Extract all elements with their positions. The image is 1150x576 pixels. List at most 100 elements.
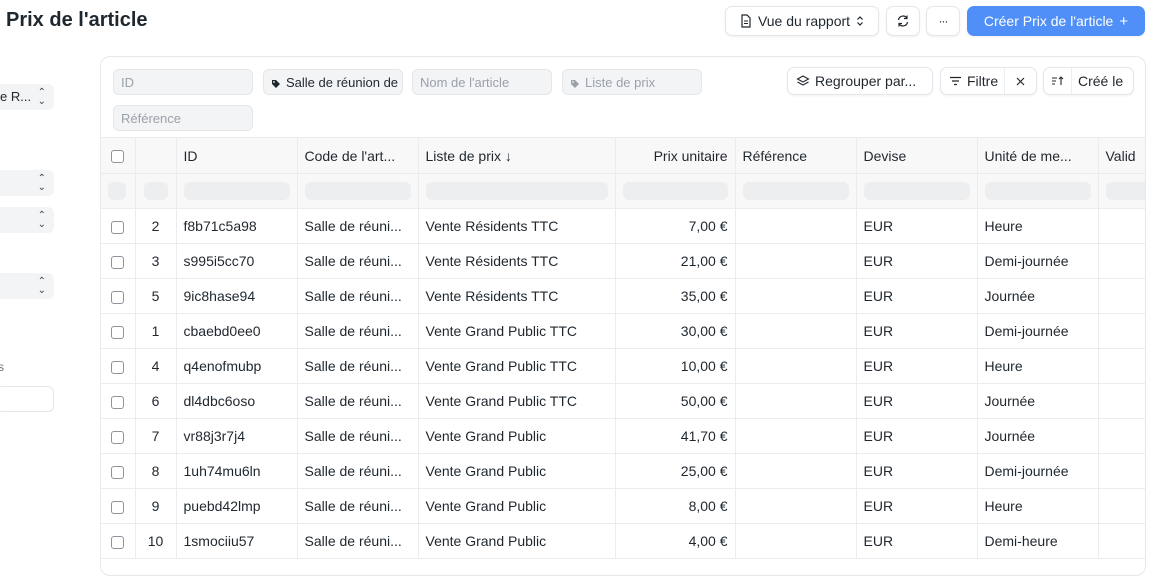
reference-filter-input[interactable]: Référence	[113, 105, 253, 131]
valid-column-filter[interactable]	[1098, 173, 1145, 209]
row-checkbox[interactable]	[111, 465, 125, 479]
row-checkbox[interactable]	[111, 500, 125, 514]
refresh-button[interactable]	[886, 6, 920, 36]
price-list-cell[interactable]: Vente Grand Public TTC	[418, 383, 616, 419]
column-header-id[interactable]: ID	[176, 137, 298, 174]
price-list-cell[interactable]: Vente Grand Public	[418, 418, 616, 454]
item-code-cell[interactable]: Salle de réuni...	[297, 348, 419, 384]
row-checkbox-cell[interactable]	[101, 383, 136, 419]
row-checkbox[interactable]	[111, 220, 125, 234]
id-cell[interactable]: 1uh74mu6ln	[176, 453, 298, 489]
price-list-filter-input[interactable]: Liste de prix	[562, 69, 702, 95]
item-code-cell[interactable]: Salle de réuni...	[297, 453, 419, 489]
id-cell[interactable]: vr88j3r7j4	[176, 418, 298, 454]
table-row[interactable]: 4 q4enofmubp Salle de réuni... Vente Grand …	[101, 348, 1145, 384]
item-code-cell[interactable]: Salle de réuni...	[297, 383, 419, 419]
row-checkbox-cell[interactable]	[101, 313, 136, 349]
row-checkbox[interactable]	[111, 430, 125, 444]
row-checkbox-cell[interactable]	[101, 453, 136, 489]
row-checkbox[interactable]	[111, 395, 125, 409]
sidebar-group-select[interactable]: ⌃ ⌄	[0, 273, 54, 299]
uom-column-filter[interactable]	[977, 173, 1099, 209]
item-code-cell[interactable]: Salle de réuni...	[297, 523, 419, 559]
price-list-cell[interactable]: Vente Grand Public	[418, 488, 616, 524]
row-checkbox[interactable]	[111, 290, 125, 304]
select-all-checkbox-cell[interactable]	[101, 137, 136, 174]
item-code-column-filter[interactable]	[297, 173, 419, 209]
sidebar-assigned-select[interactable]: e R... ⌃ ⌄	[0, 84, 54, 110]
row-checkbox-cell[interactable]	[101, 208, 136, 244]
id-cell[interactable]: s995i5cc70	[176, 243, 298, 279]
table-row[interactable]: 1 cbaebd0ee0 Salle de réuni... Vente Grand …	[101, 313, 1145, 349]
create-item-price-button[interactable]: Créer Prix de l'article +	[967, 6, 1145, 36]
item-code-cell[interactable]: Salle de réuni...	[297, 313, 419, 349]
column-header-uom[interactable]: Unité de me...	[977, 137, 1099, 174]
item-code-cell[interactable]: Salle de réuni...	[297, 488, 419, 524]
id-cell[interactable]: dl4dbc6oso	[176, 383, 298, 419]
id-cell[interactable]: cbaebd0ee0	[176, 313, 298, 349]
price-list-cell[interactable]: Vente Grand Public TTC	[418, 313, 616, 349]
table-row[interactable]: 9 puebd42lmp Salle de réuni... Vente Grand …	[101, 488, 1145, 524]
table-row[interactable]: 7 vr88j3r7j4 Salle de réuni... Vente Grand …	[101, 418, 1145, 454]
more-options-button[interactable]: ···	[926, 6, 960, 36]
table-row[interactable]: 8 1uh74mu6ln Salle de réuni... Vente Grand …	[101, 453, 1145, 489]
column-header-valid[interactable]: Valid	[1098, 137, 1145, 174]
row-checkbox-cell[interactable]	[101, 243, 136, 279]
clear-filter-close-icon[interactable]	[1005, 68, 1036, 94]
price-list-cell[interactable]: Vente Résidents TTC	[418, 208, 616, 244]
reference-column-filter[interactable]	[735, 173, 857, 209]
sidebar-created-by-select[interactable]: ⌃ ⌄	[0, 170, 54, 196]
item-code-cell[interactable]: Salle de réuni...	[297, 243, 419, 279]
sidebar-tags-select[interactable]: ⌃ ⌄	[0, 207, 54, 233]
price-list-cell[interactable]: Vente Grand Public TTC	[418, 348, 616, 384]
sidebar-edit-filters-button[interactable]	[0, 386, 54, 412]
item-code-cell[interactable]: Salle de réuni...	[297, 418, 419, 454]
table-row[interactable]: 3 s995i5cc70 Salle de réuni... Vente Réside…	[101, 243, 1145, 279]
price-list-cell[interactable]: Vente Grand Public	[418, 453, 616, 489]
row-checkbox-cell[interactable]	[101, 418, 136, 454]
item-code-cell[interactable]: Salle de réuni...	[297, 278, 419, 314]
id-cell[interactable]: 1smociiu57	[176, 523, 298, 559]
id-column-filter[interactable]	[176, 173, 298, 209]
select-all-checkbox[interactable]	[111, 150, 125, 164]
row-checkbox[interactable]	[111, 360, 125, 374]
filter-cell	[101, 173, 136, 209]
sort-field-button[interactable]: Créé le	[1072, 73, 1123, 89]
table-row[interactable]: 5 9ic8hase94 Salle de réuni... Vente Réside…	[101, 278, 1145, 314]
id-cell[interactable]: puebd42lmp	[176, 488, 298, 524]
column-header-reference[interactable]: Référence	[735, 137, 857, 174]
reference-cell	[735, 208, 857, 244]
report-view-button[interactable]: Vue du rapport	[725, 6, 879, 36]
column-header-item-code[interactable]: Code de l'art...	[297, 137, 419, 174]
item-name-filter-input[interactable]: Nom de l'article	[412, 69, 552, 95]
id-filter-input[interactable]: ID	[113, 69, 253, 95]
group-by-button[interactable]: Regrouper par...	[787, 67, 933, 95]
sort-direction-button[interactable]	[1044, 68, 1072, 94]
table-row[interactable]: 2 f8b71c5a98 Salle de réuni... Vente Réside…	[101, 208, 1145, 244]
row-checkbox-cell[interactable]	[101, 348, 136, 384]
column-header-currency[interactable]: Devise	[856, 137, 978, 174]
row-checkbox-cell[interactable]	[101, 278, 136, 314]
price-list-column-filter[interactable]	[418, 173, 616, 209]
rate-column-filter[interactable]	[615, 173, 736, 209]
currency-column-filter[interactable]	[856, 173, 978, 209]
price-list-cell[interactable]: Vente Résidents TTC	[418, 243, 616, 279]
id-cell[interactable]: 9ic8hase94	[176, 278, 298, 314]
row-checkbox[interactable]	[111, 325, 125, 339]
row-checkbox-cell[interactable]	[101, 523, 136, 559]
id-cell[interactable]: f8b71c5a98	[176, 208, 298, 244]
price-list-cell[interactable]: Vente Résidents TTC	[418, 278, 616, 314]
row-checkbox[interactable]	[111, 255, 125, 269]
row-checkbox[interactable]	[111, 535, 125, 549]
filter-button[interactable]: Filtre	[941, 68, 1006, 94]
table-row[interactable]: 10 1smociiu57 Salle de réuni... Vente Grand…	[101, 523, 1145, 559]
column-header-price-list[interactable]: Liste de prix ↓	[418, 137, 616, 174]
column-header-rate[interactable]: Prix unitaire	[615, 137, 736, 174]
price-list-cell[interactable]: Vente Grand Public	[418, 523, 616, 559]
item-code-filter[interactable]: Salle de réunion de	[263, 69, 403, 95]
item-code-cell[interactable]: Salle de réuni...	[297, 208, 419, 244]
tag-icon	[570, 77, 580, 88]
row-checkbox-cell[interactable]	[101, 488, 136, 524]
id-cell[interactable]: q4enofmubp	[176, 348, 298, 384]
table-row[interactable]: 6 dl4dbc6oso Salle de réuni... Vente Grand …	[101, 383, 1145, 419]
